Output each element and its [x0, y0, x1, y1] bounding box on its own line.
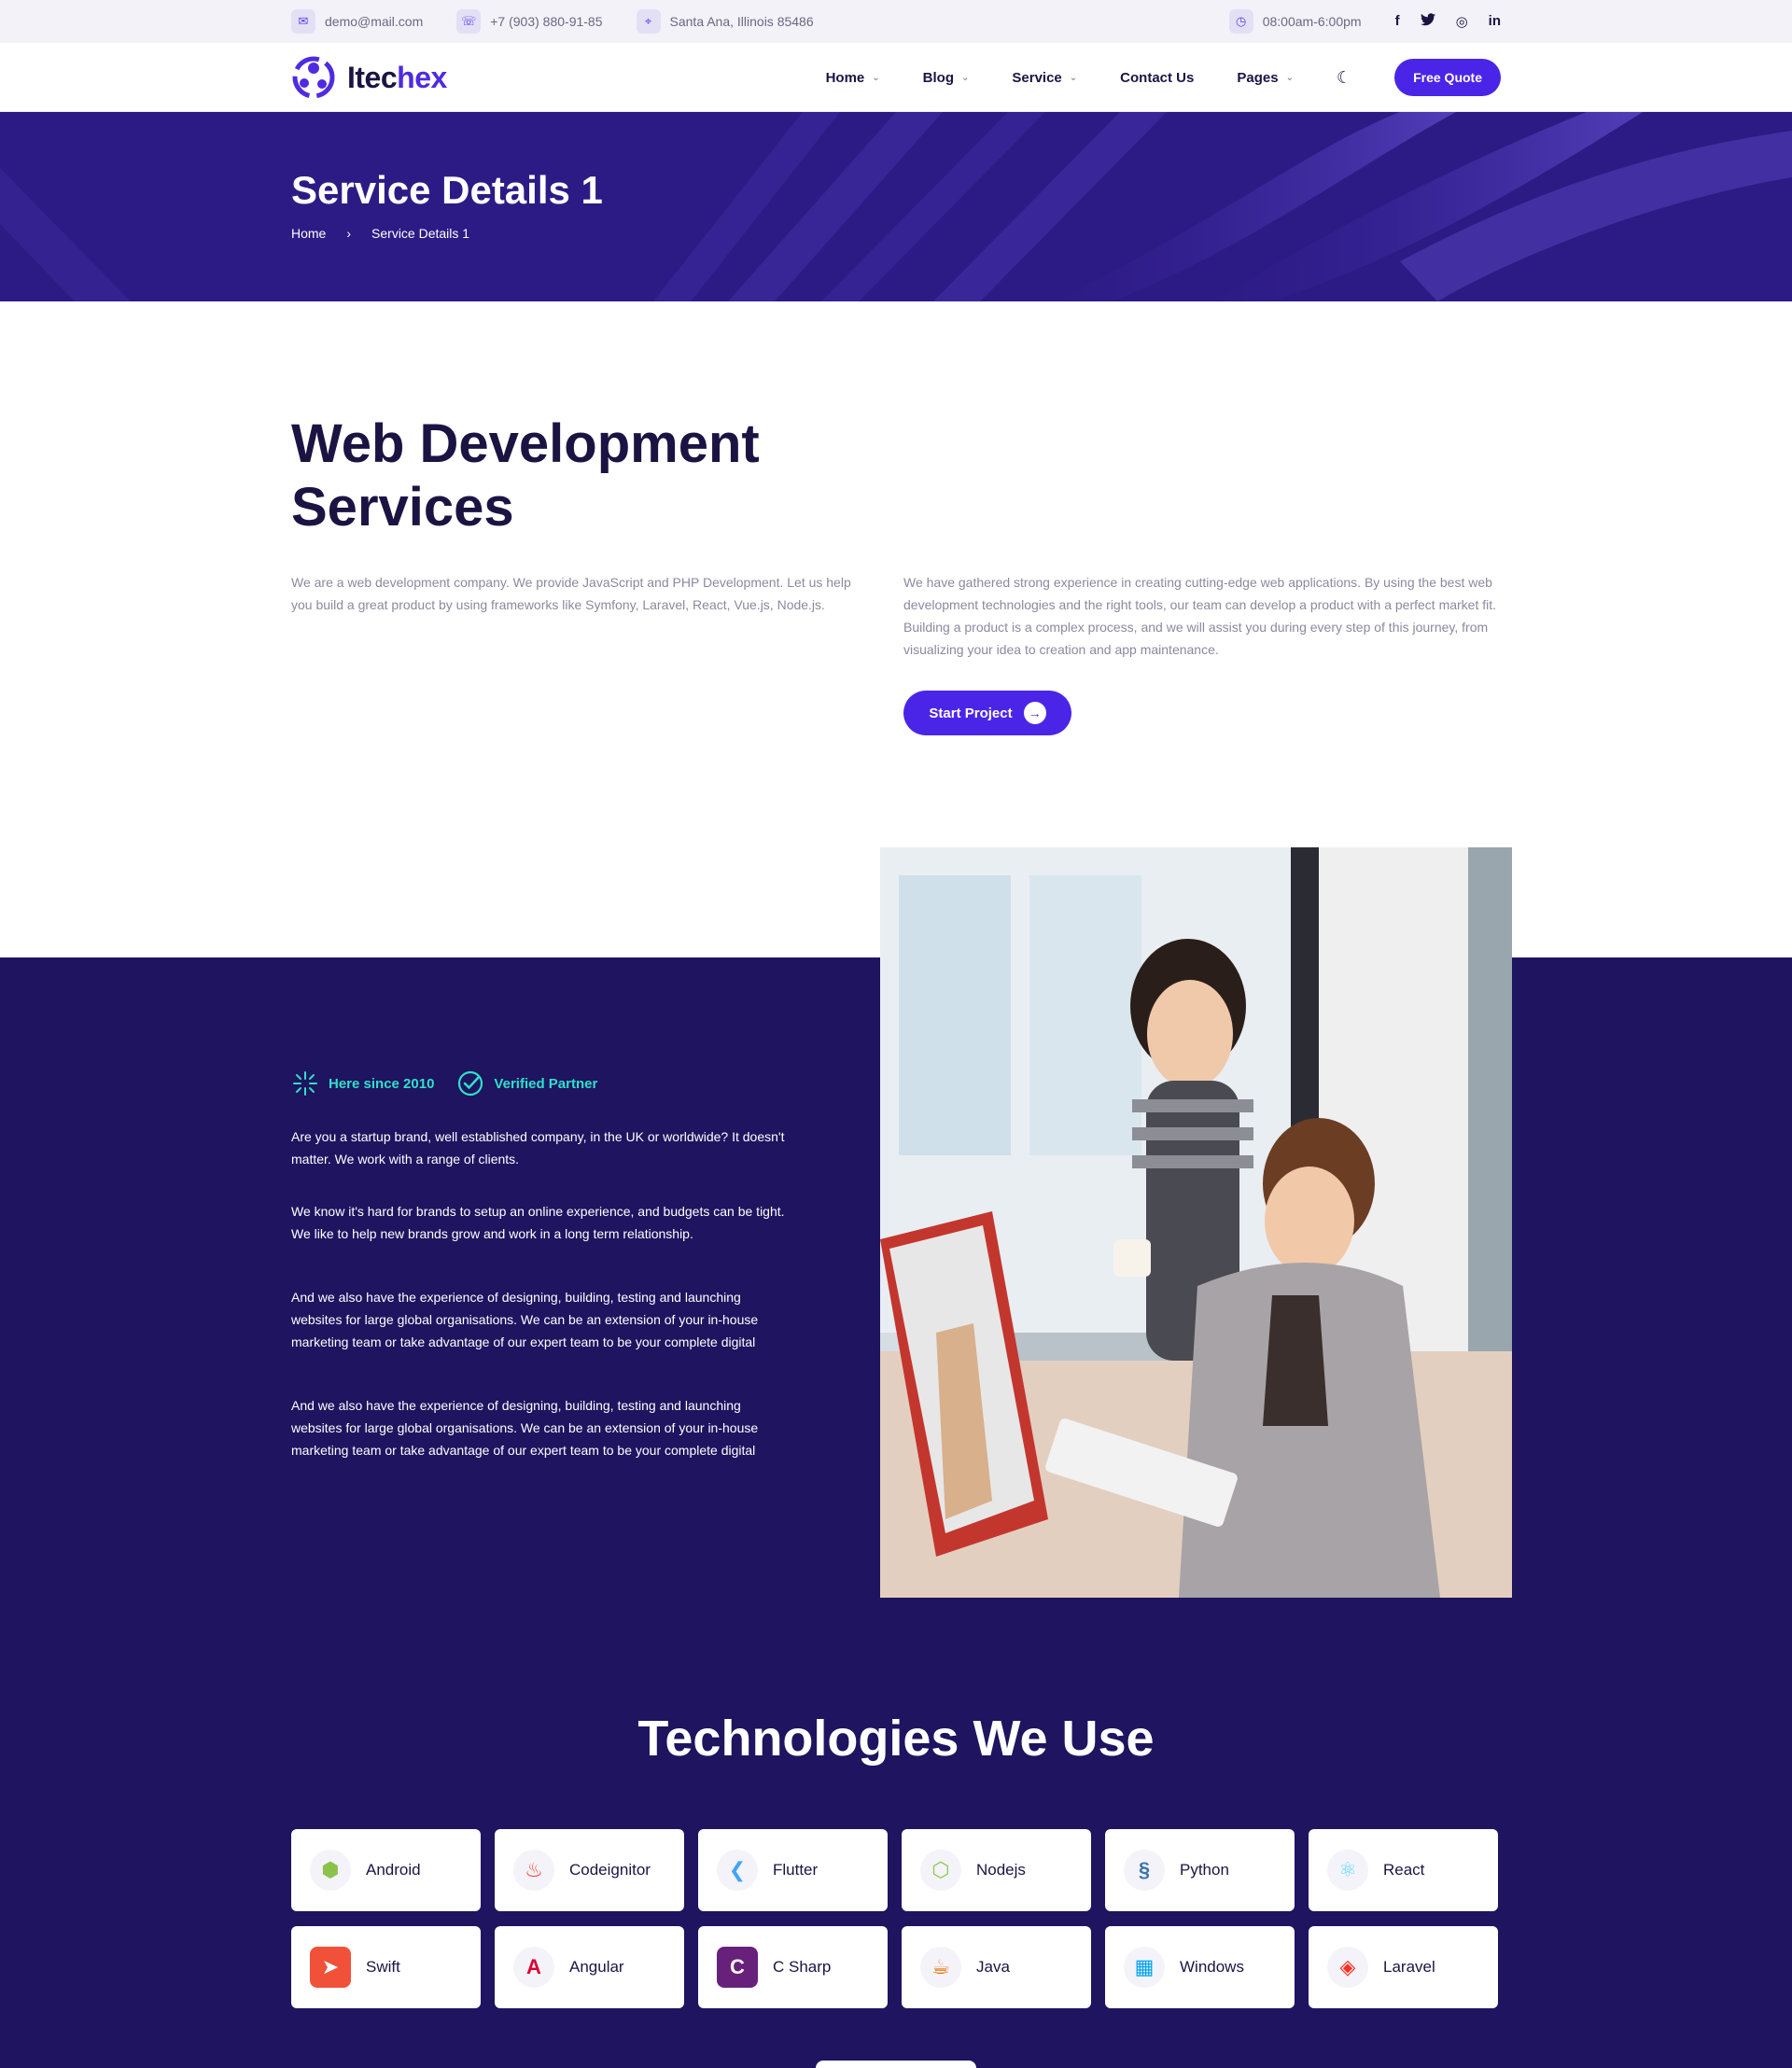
instagram-icon[interactable]: ◎ [1456, 13, 1468, 30]
tech-card-android[interactable]: ⬢ Android [291, 1829, 481, 1911]
page-banner: Service Details 1 Home › Service Details… [0, 112, 1792, 301]
address-text: Santa Ana, Illinois 85486 [669, 14, 814, 29]
facebook-icon[interactable]: f [1395, 13, 1400, 30]
bottom-tab-indicator [816, 2061, 976, 2068]
section-title: Web Development Services [291, 413, 760, 538]
location-icon: ⌖ [636, 9, 661, 34]
react-icon: ⚛ [1327, 1850, 1368, 1891]
codeigniter-icon: ♨ [513, 1850, 554, 1891]
about-paragraph-4: And we also have the experience of desig… [291, 1398, 759, 1458]
logo-text: Itechex [347, 60, 447, 94]
technologies-title: Technologies We Use [637, 1711, 1155, 1767]
nodejs-icon: ⬡ [920, 1850, 961, 1891]
hours-text: 08:00am-6:00pm [1262, 14, 1362, 29]
main-nav: Home ⌄ Blog ⌄ Service ⌄ Contact Us Pages ⌄ ☾… [826, 59, 1501, 96]
top-info-bar: ✉ demo@mail.com ☏ +7 (903) 880-91-85 ⌖ S… [0, 0, 1792, 43]
banner-decoration [0, 112, 1792, 301]
linkedin-icon[interactable]: in [1489, 13, 1501, 30]
social-links: f ◎ in [1395, 13, 1501, 30]
intro-paragraph-2: We have gathered strong experience in cr… [903, 575, 1497, 657]
chevron-right-icon: › [346, 226, 352, 241]
address-info: ⌖ Santa Ana, Illinois 85486 [636, 9, 814, 34]
about-paragraph-2: We know it's hard for brands to setup an… [291, 1204, 785, 1241]
intro-paragraph-1: We are a web development company. We pro… [291, 575, 851, 612]
nav-contact[interactable]: Contact Us [1120, 70, 1194, 86]
swift-icon: ➤ [310, 1947, 351, 1988]
free-quote-button[interactable]: Free Quote [1394, 59, 1501, 96]
site-logo[interactable]: Itechex [291, 55, 447, 100]
twitter-icon[interactable] [1420, 13, 1435, 30]
clock-icon: ◷ [1228, 9, 1253, 34]
badge-since: Here since 2010 [291, 1069, 434, 1097]
tech-card-codeignitor[interactable]: ♨ Codeignitor [495, 1829, 684, 1911]
tech-card-java[interactable]: ☕ Java [902, 1926, 1091, 2008]
tech-card-laravel[interactable]: ◈ Laravel [1309, 1926, 1498, 2008]
about-paragraph-1: Are you a startup brand, well establishe… [291, 1129, 785, 1167]
angular-icon: A [513, 1947, 554, 1988]
nav-pages[interactable]: Pages ⌄ [1237, 70, 1294, 86]
tech-card-nodejs[interactable]: ⬡ Nodejs [902, 1829, 1091, 1911]
tech-card-csharp[interactable]: C C Sharp [698, 1926, 888, 2008]
phone-contact[interactable]: ☏ +7 (903) 880-91-85 [456, 9, 603, 34]
mail-icon: ✉ [291, 9, 315, 34]
tech-card-flutter[interactable]: ❮ Flutter [698, 1829, 888, 1911]
tech-card-angular[interactable]: A Angular [495, 1926, 684, 2008]
dark-mode-toggle-icon[interactable]: ☾ [1337, 68, 1351, 88]
logo-mark-icon [291, 55, 336, 100]
nav-home[interactable]: Home ⌄ [826, 70, 880, 86]
breadcrumb-home[interactable]: Home [291, 226, 326, 241]
technologies-grid: ⬢ Android ♨ Codeignitor ❮ Flutter ⬡ Node… [291, 1829, 1501, 2008]
trust-badges: Here since 2010 Verified Partner [291, 1069, 597, 1097]
page-title: Service Details 1 [291, 168, 603, 212]
team-photo [880, 847, 1512, 1598]
csharp-icon: C [717, 1947, 758, 1988]
email-text: demo@mail.com [325, 14, 424, 29]
nav-blog[interactable]: Blog ⌄ [923, 70, 970, 86]
hours-info: ◷ 08:00am-6:00pm [1228, 9, 1362, 34]
arrow-right-icon: → [1023, 702, 1046, 724]
verified-check-icon [456, 1069, 484, 1097]
tech-card-python[interactable]: § Python [1105, 1829, 1295, 1911]
chevron-down-icon: ⌄ [1069, 72, 1078, 83]
badge-verified: Verified Partner [456, 1069, 597, 1097]
windows-icon: ▦ [1124, 1947, 1165, 1988]
laravel-icon: ◈ [1327, 1947, 1368, 1988]
email-contact[interactable]: ✉ demo@mail.com [291, 9, 423, 34]
tech-card-swift[interactable]: ➤ Swift [291, 1926, 481, 2008]
java-icon: ☕ [920, 1947, 961, 1988]
about-paragraph-3: And we also have the experience of desig… [291, 1290, 759, 1349]
start-project-button[interactable]: Start Project → [903, 691, 1071, 735]
main-header: Itechex Home ⌄ Blog ⌄ Service ⌄ Contact Us … [0, 43, 1792, 112]
tech-card-react[interactable]: ⚛ React [1309, 1829, 1498, 1911]
breadcrumb-current: Service Details 1 [371, 226, 470, 241]
android-icon: ⬢ [310, 1850, 351, 1891]
tech-card-windows[interactable]: ▦ Windows [1105, 1926, 1295, 2008]
chevron-down-icon: ⌄ [1285, 72, 1294, 83]
flutter-icon: ❮ [717, 1850, 758, 1891]
sparkle-icon [291, 1069, 319, 1097]
chevron-down-icon: ⌄ [872, 72, 880, 83]
breadcrumb: Home › Service Details 1 [291, 226, 469, 241]
nav-service[interactable]: Service ⌄ [1012, 70, 1077, 86]
chevron-down-icon: ⌄ [961, 72, 970, 83]
phone-text: +7 (903) 880-91-85 [490, 14, 603, 29]
phone-icon: ☏ [456, 9, 482, 34]
python-icon: § [1124, 1850, 1165, 1891]
